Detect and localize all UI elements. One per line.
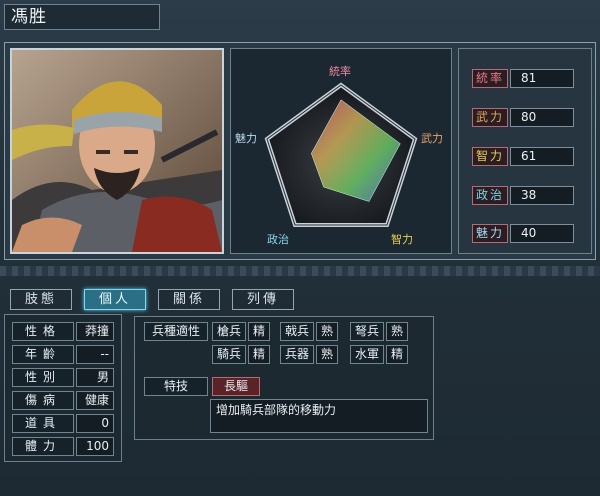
info-label-personality: 性格: [12, 322, 74, 341]
radar-label-left: 魅力: [235, 131, 257, 145]
info-value-items: 0: [76, 414, 114, 433]
tab-biography[interactable]: 列傳: [232, 289, 294, 310]
stat-label-intelligence: 智力: [472, 147, 508, 166]
radar-label-right: 武力: [421, 132, 443, 145]
info-value-injury: 健康: [76, 391, 114, 410]
divider: [0, 266, 600, 276]
stat-value-intelligence: 61: [510, 147, 574, 166]
troop-apt-halberd: 熟: [316, 322, 338, 341]
troop-apt-navy: 精: [386, 345, 408, 364]
stat-label-politics: 政治: [472, 186, 508, 205]
skill-description: 增加騎兵部隊的移動力: [210, 399, 428, 433]
tab-personal[interactable]: 個人: [84, 289, 146, 310]
stat-label-war: 武力: [472, 108, 508, 127]
skill-name[interactable]: 長驅: [212, 377, 260, 396]
info-label-injury: 傷病: [12, 391, 74, 410]
stat-label-charm: 魅力: [472, 224, 508, 243]
troop-apt-crossbow: 熟: [386, 322, 408, 341]
troop-type-halberd: 戟兵: [280, 322, 314, 341]
troop-aptitude-title: 兵種適性: [144, 322, 208, 341]
info-value-age: --: [76, 345, 114, 364]
radar-label-bottom-right: 智力: [391, 232, 413, 246]
officer-portrait: [10, 48, 224, 254]
stat-label-leadership: 統率: [472, 69, 508, 88]
troop-apt-siege: 熟: [316, 345, 338, 364]
info-value-gender: 男: [76, 368, 114, 387]
troop-type-spear: 槍兵: [212, 322, 246, 341]
troop-type-crossbow: 弩兵: [350, 322, 384, 341]
stat-value-war: 80: [510, 108, 574, 127]
info-value-stamina: 100: [76, 437, 114, 456]
info-value-personality: 莽撞: [76, 322, 114, 341]
info-label-stamina: 體力: [12, 437, 74, 456]
troop-type-cavalry: 騎兵: [212, 345, 246, 364]
stat-value-leadership: 81: [510, 69, 574, 88]
radar-label-bottom-left: 政治: [267, 232, 289, 246]
radar-label-top: 統率: [329, 64, 351, 78]
troop-apt-cavalry: 精: [248, 345, 270, 364]
tab-appearance[interactable]: 肢態: [10, 289, 72, 310]
stat-value-politics: 38: [510, 186, 574, 205]
info-label-items: 道具: [12, 414, 74, 433]
stats-radar-chart: 統率 武力 智力 政治 魅力: [230, 48, 452, 254]
info-label-gender: 性別: [12, 368, 74, 387]
officer-name: 馮胜: [4, 4, 160, 30]
tab-relations[interactable]: 關係: [158, 289, 220, 310]
troop-type-siege: 兵器: [280, 345, 314, 364]
troop-apt-spear: 精: [248, 322, 270, 341]
info-label-age: 年齡: [12, 345, 74, 364]
stat-value-charm: 40: [510, 224, 574, 243]
skill-label: 特技: [144, 377, 208, 396]
troop-type-navy: 水軍: [350, 345, 384, 364]
